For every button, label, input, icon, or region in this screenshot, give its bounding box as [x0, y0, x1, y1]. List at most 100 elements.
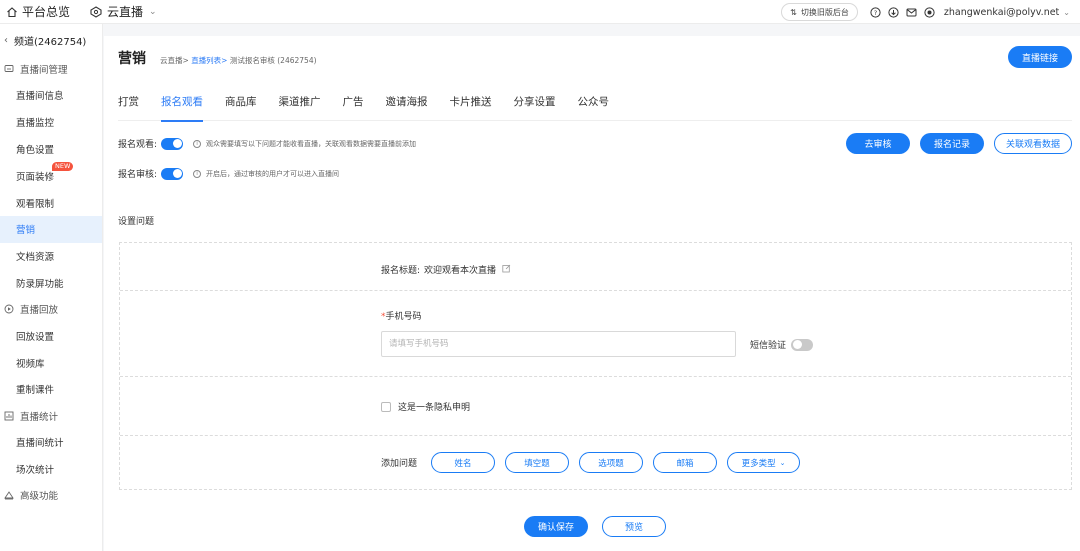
breadcrumb-root[interactable]: 云直播> — [160, 56, 189, 65]
add-question-label: 添加问题 — [381, 459, 418, 469]
sidebar-group-playback[interactable]: 直播回放 — [0, 296, 102, 322]
add-question-row: 添加问题 姓名 填空题 选项题 邮箱 更多类型 ⌄ — [120, 436, 1071, 491]
tab-bar: 打赏 报名观看 商品库 渠道推广 广告 邀请海报 卡片推送 分享设置 公众号 — [118, 94, 1072, 122]
swap-icon: ⇅ — [790, 7, 797, 17]
signup-toggle[interactable] — [161, 137, 184, 150]
question-form: 报名标题: 欢迎观看本次直播 *手机号码 短信验证 这是一条隐私申明 添 — [119, 242, 1072, 490]
privacy-statement: 这是一条隐私申明 — [381, 400, 470, 413]
signup-records-button[interactable]: 报名记录 — [920, 133, 984, 154]
signup-setting-row: 报名观看: i 观众需要填写以下问题才能收看直播，关联观看数据需要直播前添加 — [118, 137, 416, 150]
channel-label: 频道(2462754) — [14, 36, 87, 48]
switch-legacy-label: 切换旧版后台 — [800, 7, 849, 17]
tab-signup-view[interactable]: 报名观看 — [161, 94, 203, 122]
live-link-button[interactable]: 直播链接 — [1008, 46, 1072, 68]
review-setting-row: 报名审核: i 开启后，通过审核的用户才可以进入直播间 — [118, 167, 339, 180]
cloud-live-icon — [90, 5, 102, 18]
tab-product-library[interactable]: 商品库 — [225, 94, 257, 121]
sidebar-item-docs[interactable]: 文档资源 — [0, 243, 102, 270]
breadcrumb-live-list[interactable]: 直播列表> — [191, 56, 227, 65]
sidebar-item-label: 回放设置 — [16, 331, 55, 343]
form-title-label: 报名标题: — [381, 266, 421, 276]
sidebar-group-statistics[interactable]: 直播统计 — [0, 403, 102, 429]
tab-share-settings[interactable]: 分享设置 — [514, 94, 556, 121]
switch-legacy-button[interactable]: ⇅ 切换旧版后台 — [781, 3, 858, 21]
sidebar-item-roles[interactable]: 角色设置 — [0, 136, 102, 163]
user-email[interactable]: zhangwenkai@polyv.net — [944, 7, 1059, 18]
add-question: 添加问题 姓名 填空题 选项题 邮箱 更多类型 ⌄ — [381, 452, 801, 473]
sidebar-item-label: 直播间统计 — [16, 438, 64, 450]
page-title: 营销 — [118, 51, 146, 67]
top-bar: 平台总览 云直播 ⌄ ⇅ 切换旧版后台 ? zhangwenkai@polyv.… — [0, 0, 1080, 24]
sidebar-group-advanced[interactable]: 高级功能 — [0, 482, 102, 508]
help-icon[interactable]: ? — [870, 6, 882, 18]
user-avatar-icon[interactable] — [924, 6, 936, 18]
new-badge: NEW — [52, 162, 74, 172]
privacy-label: 这是一条隐私申明 — [398, 403, 471, 413]
tab-channel-promotion[interactable]: 渠道推广 — [279, 94, 321, 121]
svg-text:?: ? — [874, 9, 877, 17]
sidebar-item-label: 重制课件 — [16, 385, 55, 397]
review-toggle[interactable] — [161, 167, 184, 180]
tab-card-push[interactable]: 卡片推送 — [450, 94, 492, 121]
sidebar-item-label: 直播监控 — [16, 118, 55, 130]
sidebar-item-marketing[interactable]: 营销 — [0, 215, 102, 243]
sms-verify-toggle[interactable] — [791, 338, 814, 351]
sidebar-item-session-stats[interactable]: 场次统计 — [0, 456, 102, 483]
more-types-label: 更多类型 — [741, 458, 776, 469]
sidebar-item-monitor[interactable]: 直播监控 — [0, 109, 102, 136]
review-hint: 开启后，通过审核的用户才可以进入直播间 — [206, 169, 340, 178]
sidebar-item-label: 视频库 — [16, 358, 45, 370]
sidebar-item-label: 场次统计 — [16, 464, 55, 476]
add-name-button[interactable]: 姓名 — [431, 452, 496, 473]
product-label: 云直播 — [107, 5, 144, 19]
add-email-button[interactable]: 邮箱 — [653, 452, 718, 473]
sidebar-item-anti-record[interactable]: 防录屏功能 — [0, 270, 102, 297]
sidebar-group-label: 直播间管理 — [20, 65, 68, 76]
tab-official-account[interactable]: 公众号 — [578, 94, 610, 121]
preview-button[interactable]: 预览 — [602, 516, 666, 537]
go-review-button[interactable]: 去审核 — [846, 133, 910, 154]
sidebar-item-video-library[interactable]: 视频库 — [0, 349, 102, 376]
mail-icon[interactable] — [906, 6, 918, 18]
confirm-save-button[interactable]: 确认保存 — [524, 516, 588, 537]
bar-chart-icon — [4, 411, 14, 421]
sidebar: ‹ 频道(2462754) 直播间管理 直播间信息 直播监控 角色设置 页面装修… — [0, 24, 103, 551]
privacy-checkbox[interactable] — [381, 401, 391, 412]
review-label: 报名审核: — [118, 170, 158, 180]
add-fill-blank-button[interactable]: 填空题 — [505, 452, 570, 473]
channel-back-link[interactable]: ‹ 频道(2462754) — [0, 24, 102, 56]
sidebar-item-room-info[interactable]: 直播间信息 — [0, 82, 102, 109]
link-view-data-button[interactable]: 关联观看数据 — [994, 133, 1072, 154]
sidebar-item-label: 观看限制 — [16, 198, 55, 210]
sidebar-group-label: 直播统计 — [20, 411, 59, 423]
chevron-down-icon: ⌄ — [149, 6, 157, 17]
sidebar-item-remake-courseware[interactable]: 重制课件 — [0, 376, 102, 403]
more-types-button[interactable]: 更多类型 ⌄ — [727, 452, 801, 473]
sidebar-item-room-stats[interactable]: 直播间统计 — [0, 429, 102, 456]
platform-overview-label: 平台总览 — [22, 5, 71, 19]
sms-verify: 短信验证 — [750, 338, 814, 351]
download-icon[interactable] — [888, 6, 900, 18]
tab-invite-poster[interactable]: 邀请海报 — [386, 94, 428, 121]
privacy-row: 这是一条隐私申明 — [120, 377, 1071, 436]
phone-input[interactable] — [381, 331, 736, 357]
product-switcher[interactable]: 云直播 ⌄ — [90, 3, 157, 20]
sidebar-item-page-decor[interactable]: 页面装修 NEW — [0, 162, 102, 189]
tab-reward[interactable]: 打赏 — [118, 94, 139, 121]
add-choice-button[interactable]: 选项题 — [579, 452, 644, 473]
form-title-row: 报名标题: 欢迎观看本次直播 — [120, 243, 1071, 291]
platform-overview-link[interactable]: 平台总览 — [6, 3, 70, 20]
tab-ads[interactable]: 广告 — [343, 94, 364, 121]
sidebar-item-label: 角色设置 — [16, 144, 55, 156]
signup-label: 报名观看: — [118, 140, 158, 150]
sidebar-item-playback-settings[interactable]: 回放设置 — [0, 322, 102, 349]
sidebar-item-label: 营销 — [16, 225, 36, 237]
chevron-down-icon: ⌄ — [779, 458, 786, 467]
edit-icon[interactable] — [502, 264, 511, 276]
sidebar-item-view-limit[interactable]: 观看限制 — [0, 189, 102, 216]
sidebar-group-label: 直播回放 — [20, 305, 59, 317]
sidebar-group-live-room[interactable]: 直播间管理 — [0, 56, 102, 82]
home-icon — [7, 6, 17, 17]
sidebar-item-label: 防录屏功能 — [16, 278, 64, 290]
chevron-down-icon[interactable]: ⌄ — [1063, 8, 1070, 17]
